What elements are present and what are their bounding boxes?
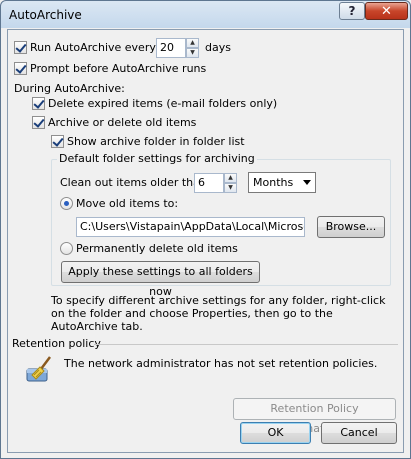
spin-down-icon[interactable]: ▼	[224, 183, 237, 193]
autoarchive-dialog: AutoArchive ? ✕ Run AutoArchive every 20…	[0, 0, 411, 459]
prompt-before-label: Prompt before AutoArchive runs	[30, 62, 207, 75]
spin-down-icon[interactable]: ▼	[186, 48, 199, 58]
ok-button[interactable]: OK	[240, 422, 311, 444]
clean-out-input[interactable]: 6	[194, 173, 224, 193]
browse-button[interactable]: Browse...	[317, 216, 385, 238]
retention-heading: Retention policy	[12, 337, 101, 350]
archive-info-text: To specify different archive settings fo…	[51, 294, 386, 333]
show-archive-folder-label: Show archive folder in folder list	[67, 135, 245, 148]
retention-info-button[interactable]: Retention Policy Information...	[233, 398, 396, 435]
window-title: AutoArchive	[9, 8, 82, 22]
cancel-button[interactable]: Cancel	[321, 422, 397, 444]
show-archive-folder-checkbox[interactable]	[51, 135, 64, 148]
delete-expired-checkbox[interactable]	[32, 97, 45, 110]
help-button[interactable]: ?	[339, 2, 365, 20]
move-old-label: Move old items to:	[76, 197, 179, 210]
days-input[interactable]: 20	[156, 38, 186, 58]
spin-up-icon[interactable]: ▲	[224, 173, 237, 183]
delete-expired-label: Delete expired items (e-mail folders onl…	[48, 97, 278, 110]
clean-out-stepper[interactable]: ▲ ▼	[224, 173, 237, 193]
days-unit-label: days	[205, 41, 231, 54]
default-folder-settings-label: Default folder settings for archiving	[57, 152, 257, 165]
perm-delete-label: Permanently delete old items	[76, 242, 238, 255]
close-button[interactable]: ✕	[365, 2, 408, 20]
apply-all-folders-button[interactable]: Apply these settings to all folders now	[61, 261, 260, 298]
period-select[interactable]: Months	[248, 172, 316, 193]
dialog-body: Run AutoArchive every 20 ▲ ▼ days Prompt…	[7, 29, 404, 453]
archive-path-input[interactable]: C:\Users\Vistapain\AppData\Local\Microso…	[76, 217, 305, 237]
archive-old-label: Archive or delete old items	[48, 116, 197, 129]
perm-delete-radio[interactable]	[60, 242, 73, 255]
chevron-down-icon	[303, 180, 311, 185]
archive-old-checkbox[interactable]	[32, 116, 45, 129]
during-autoarchive-heading: During AutoArchive:	[14, 82, 125, 95]
help-icon: ?	[348, 4, 356, 18]
close-icon: ✕	[381, 3, 392, 19]
period-select-value: Months	[253, 176, 294, 189]
move-old-radio[interactable]	[60, 197, 73, 210]
clean-out-label: Clean out items older than	[60, 176, 207, 189]
run-autoarchive-label: Run AutoArchive every	[30, 41, 156, 54]
days-stepper[interactable]: ▲ ▼	[186, 38, 199, 58]
run-autoarchive-checkbox[interactable]	[14, 41, 27, 54]
retention-divider	[94, 344, 398, 345]
broom-icon	[24, 353, 56, 385]
prompt-before-checkbox[interactable]	[14, 62, 27, 75]
retention-message: The network administrator has not set re…	[64, 357, 378, 370]
spin-up-icon[interactable]: ▲	[186, 38, 199, 48]
